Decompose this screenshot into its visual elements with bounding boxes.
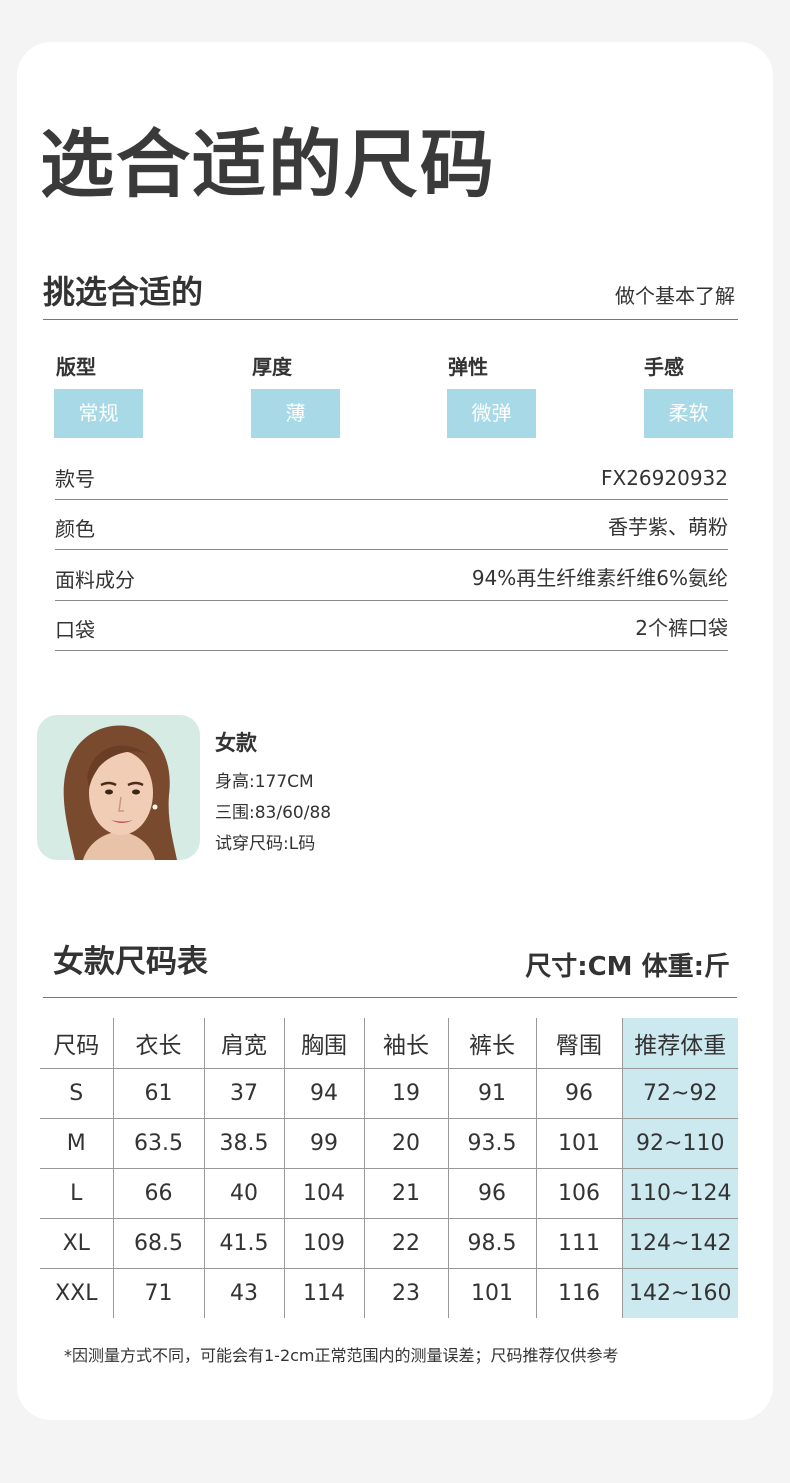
table-cell: 96 bbox=[535, 1068, 622, 1119]
table-header-cell: 肩宽 bbox=[203, 1018, 284, 1069]
table-row: XL 68.5 41.5 109 22 98.5 111 124~142 bbox=[40, 1218, 738, 1269]
info-value: 2个裤口袋 bbox=[635, 616, 728, 640]
table-cell: 68.5 bbox=[112, 1218, 204, 1269]
table-header-cell: 袖长 bbox=[363, 1018, 448, 1069]
info-label: 口袋 bbox=[55, 618, 95, 642]
table-cell: 94 bbox=[283, 1068, 364, 1119]
table-row: M 63.5 38.5 99 20 93.5 101 92~110 bbox=[40, 1118, 738, 1169]
table-cell: 124~142 bbox=[621, 1218, 738, 1269]
attr-fit-label: 版型 bbox=[56, 355, 96, 379]
table-header-row: 尺码 衣长 肩宽 胸围 袖长 裤长 臀围 推荐体重 bbox=[40, 1018, 738, 1069]
attr-elasticity-tag: 微弹 bbox=[447, 389, 536, 438]
section-divider bbox=[43, 319, 738, 320]
table-cell: 21 bbox=[363, 1168, 448, 1219]
size-table: 尺码 衣长 肩宽 胸围 袖长 裤长 臀围 推荐体重 S 61 37 94 19 … bbox=[40, 1018, 738, 1318]
table-header-cell: 衣长 bbox=[112, 1018, 204, 1069]
footnote: *因测量方式不同，可能会有1-2cm正常范围内的测量误差；尺码推荐仅供参考 bbox=[64, 1346, 619, 1365]
model-measurements: 三围:83/60/88 bbox=[215, 803, 332, 823]
info-label: 面料成分 bbox=[55, 568, 135, 592]
table-cell: 96 bbox=[447, 1168, 536, 1219]
table-row: XXL 71 43 114 23 101 116 142~160 bbox=[40, 1268, 738, 1318]
info-label: 款号 bbox=[55, 467, 95, 491]
table-cell: 23 bbox=[363, 1268, 448, 1318]
section-subtitle: 做个基本了解 bbox=[615, 284, 735, 308]
table-cell: 22 bbox=[363, 1218, 448, 1269]
info-value: FX26920932 bbox=[600, 466, 728, 490]
table-cell: 110~124 bbox=[621, 1168, 738, 1219]
table-header-cell: 胸围 bbox=[283, 1018, 364, 1069]
table-cell: 61 bbox=[112, 1068, 204, 1119]
table-header-cell: 尺码 bbox=[40, 1018, 113, 1069]
table-header-cell: 推荐体重 bbox=[621, 1018, 738, 1069]
table-cell: 38.5 bbox=[203, 1118, 284, 1169]
info-label: 颜色 bbox=[55, 517, 95, 541]
size-chart-unit: 尺寸:CM 体重:斤 bbox=[525, 952, 730, 982]
table-cell: 116 bbox=[535, 1268, 622, 1318]
table-cell: L bbox=[40, 1168, 113, 1219]
attr-feel-label: 手感 bbox=[644, 355, 684, 379]
page-title: 选合适的尺码 bbox=[40, 122, 496, 208]
table-cell: XXL bbox=[55, 1280, 98, 1306]
attr-fit-tag: 常规 bbox=[54, 389, 143, 438]
table-cell: 111 bbox=[535, 1218, 622, 1269]
table-cell: 66 bbox=[112, 1168, 204, 1219]
table-cell: XL bbox=[40, 1218, 113, 1269]
info-row-color: 颜色 香芋紫、萌粉 bbox=[55, 500, 728, 550]
info-row-fabric: 面料成分 94%再生纤维素纤维6%氨纶 bbox=[55, 551, 728, 601]
table-row: L 66 40 104 21 96 106 110~124 bbox=[40, 1168, 738, 1219]
table-cell: 101 bbox=[535, 1118, 622, 1169]
table-cell: S bbox=[40, 1068, 113, 1119]
table-cell: 20 bbox=[363, 1118, 448, 1169]
model-avatar bbox=[37, 715, 200, 860]
table-cell: 72~92 bbox=[621, 1068, 738, 1119]
section-title: 挑选合适的 bbox=[43, 273, 204, 311]
table-cell: 37 bbox=[203, 1068, 284, 1119]
table-row: S 61 37 94 19 91 96 72~92 bbox=[40, 1068, 738, 1119]
size-chart-title: 女款尺码表 bbox=[53, 944, 208, 980]
table-cell: 109 bbox=[283, 1218, 364, 1269]
table-cell: 114 bbox=[283, 1268, 364, 1318]
table-cell: 19 bbox=[363, 1068, 448, 1119]
info-row-pockets: 口袋 2个裤口袋 bbox=[55, 601, 728, 651]
table-cell: 93.5 bbox=[447, 1118, 536, 1169]
attr-thickness-tag: 薄 bbox=[251, 389, 340, 438]
table-cell: M bbox=[40, 1118, 113, 1169]
attr-elasticity-label: 弹性 bbox=[448, 355, 488, 379]
table-cell: 98.5 bbox=[447, 1218, 536, 1269]
chart-divider bbox=[43, 997, 737, 998]
table-cell: 106 bbox=[535, 1168, 622, 1219]
attr-feel-tag: 柔软 bbox=[644, 389, 733, 438]
table-cell: 41.5 bbox=[203, 1218, 284, 1269]
model-title: 女款 bbox=[215, 731, 257, 755]
table-cell: 104 bbox=[283, 1168, 364, 1219]
table-cell: 99 bbox=[283, 1118, 364, 1169]
table-header-cell: 裤长 bbox=[447, 1018, 536, 1069]
table-cell: 40 bbox=[203, 1168, 284, 1219]
info-value: 香芋紫、萌粉 bbox=[608, 515, 728, 539]
info-row-style-number: 款号 FX26920932 bbox=[55, 450, 728, 500]
attr-thickness-label: 厚度 bbox=[252, 355, 292, 379]
table-cell: 71 bbox=[112, 1268, 204, 1318]
info-value: 94%再生纤维素纤维6%氨纶 bbox=[471, 566, 728, 590]
table-cell: 63.5 bbox=[112, 1118, 204, 1169]
model-height: 身高:177CM bbox=[215, 772, 314, 792]
table-header-cell: 臀围 bbox=[535, 1018, 622, 1069]
table-cell: 43 bbox=[203, 1268, 284, 1318]
table-cell: 92~110 bbox=[621, 1118, 738, 1169]
model-tried-size: 试穿尺码:L码 bbox=[215, 834, 316, 854]
table-cell: 142~160 bbox=[621, 1268, 738, 1318]
table-cell: 101 bbox=[447, 1268, 536, 1318]
table-cell: 91 bbox=[447, 1068, 536, 1119]
